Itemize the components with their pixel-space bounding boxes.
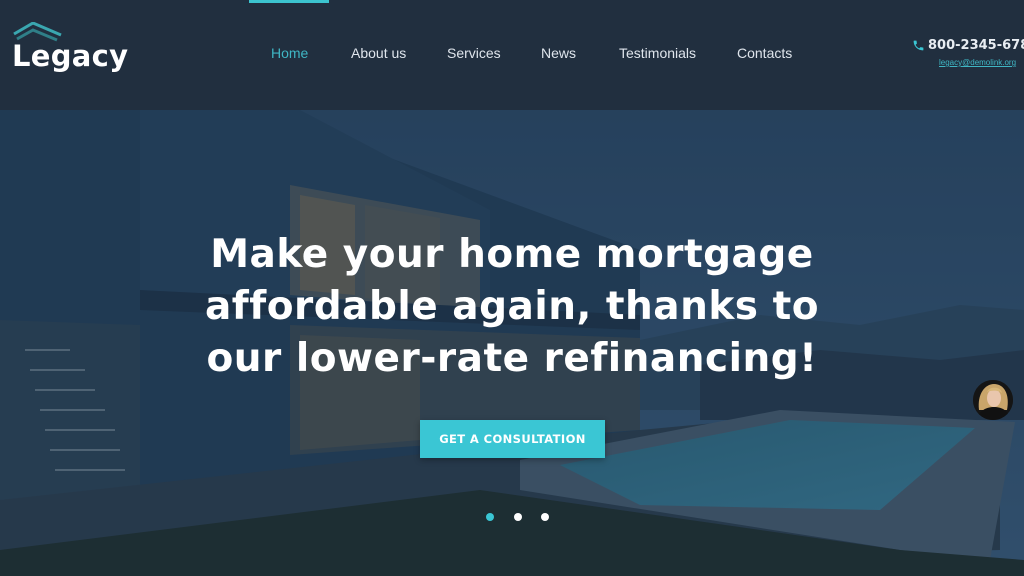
logo[interactable]: Legacy [12, 22, 142, 78]
headline-line-3: our lower-rate refinancing! [206, 336, 818, 381]
hero-slider: Make your home mortgage affordable again… [0, 110, 1024, 576]
user-avatar-icon [973, 380, 1013, 420]
logo-text: Legacy [12, 39, 129, 73]
nav-home[interactable]: Home [271, 45, 308, 61]
hero-headline: Make your home mortgage affordable again… [0, 229, 1024, 385]
headline-line-1: Make your home mortgage [210, 232, 814, 277]
nav-testimonials[interactable]: Testimonials [619, 45, 696, 61]
phone-link[interactable]: 800-2345-6789 [912, 38, 1024, 53]
nav-about-us[interactable]: About us [351, 45, 406, 61]
slide-dot-3[interactable] [541, 513, 549, 521]
slide-dot-2[interactable] [514, 513, 522, 521]
phone-number: 800-2345-6789 [928, 38, 1024, 53]
email-link[interactable]: legacy@demolink.org [939, 58, 1016, 67]
headline-line-2: affordable again, thanks to [204, 284, 820, 329]
slide-dot-1[interactable] [486, 513, 494, 521]
nav-news[interactable]: News [541, 45, 576, 61]
nav-contacts[interactable]: Contacts [737, 45, 792, 61]
phone-icon [913, 40, 924, 51]
get-consultation-button[interactable]: GET A CONSULTATION [420, 420, 605, 458]
site-header: Legacy Home About us Services News Testi… [0, 0, 1024, 110]
header-contact: 800-2345-6789 legacy@demolink.org [904, 38, 1024, 78]
nav-services[interactable]: Services [447, 45, 501, 61]
chat-avatar-button[interactable] [973, 380, 1013, 420]
active-nav-indicator [249, 0, 329, 3]
